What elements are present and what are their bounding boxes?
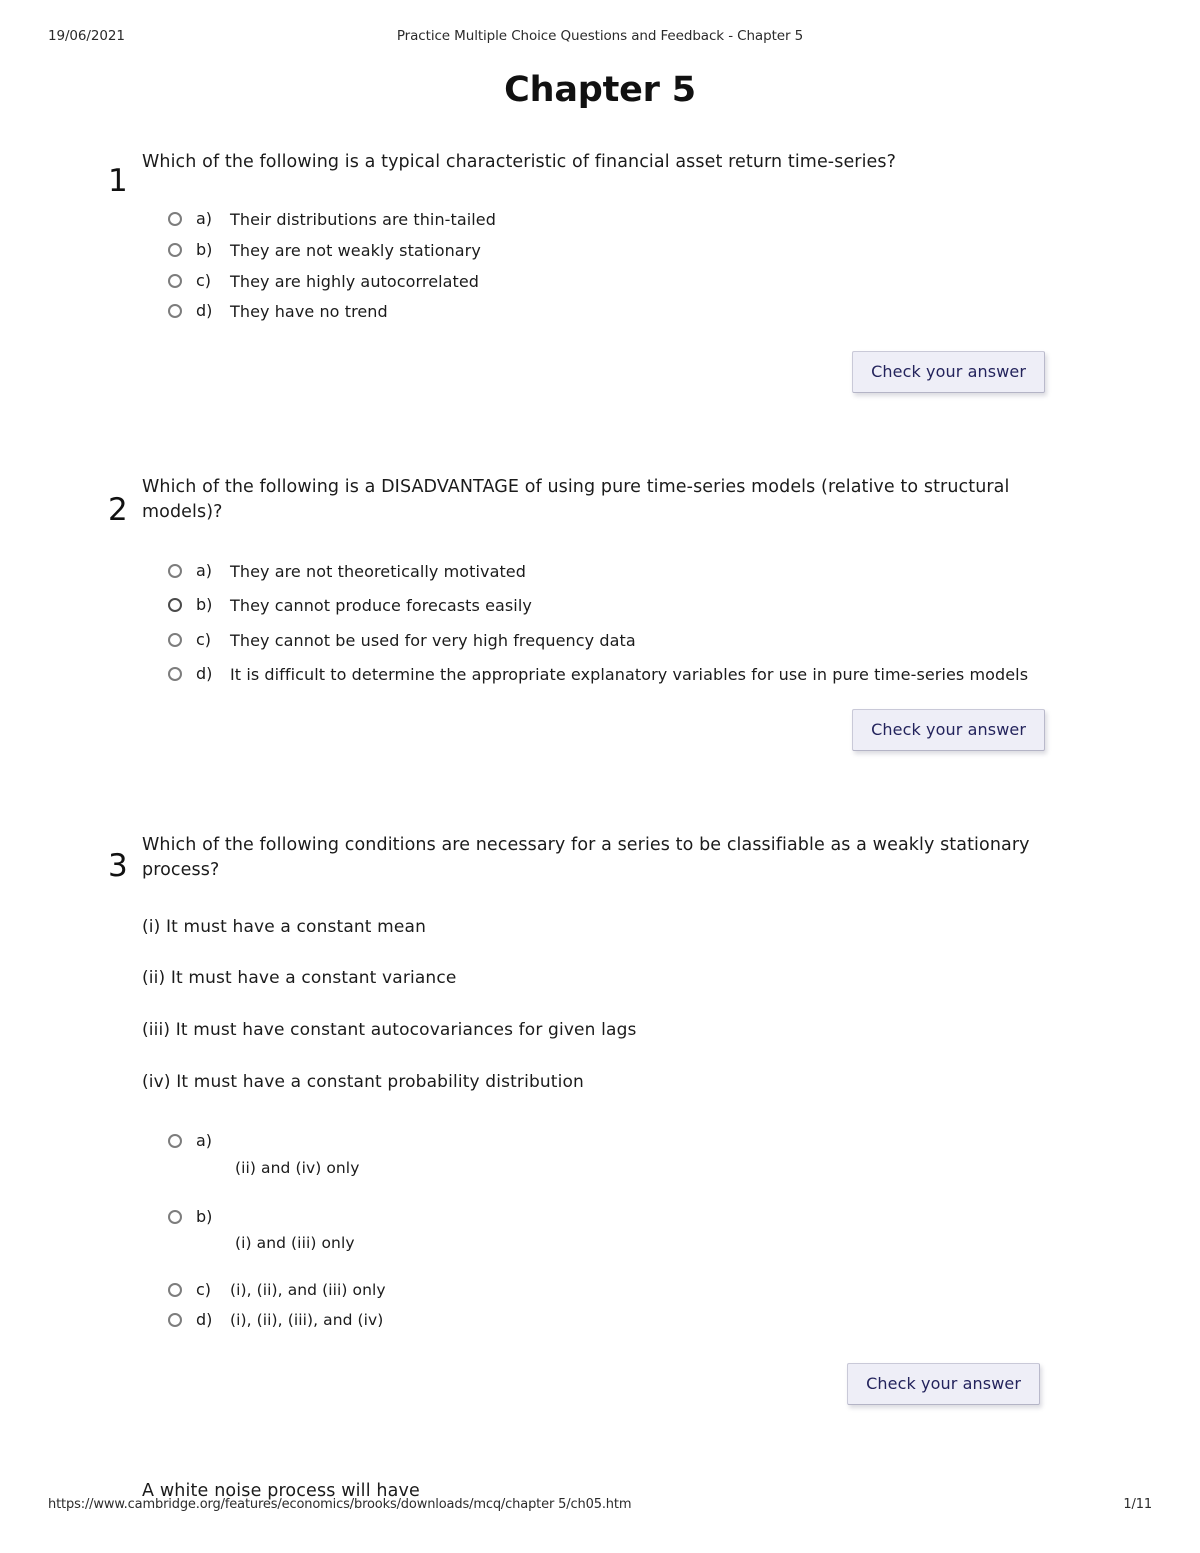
option-row[interactable]: b) They are not weakly stationary <box>168 240 1200 262</box>
option-letter: c) <box>196 270 212 290</box>
radio-button-icon[interactable] <box>168 563 182 578</box>
option-text: They are not weakly stationary <box>230 240 481 260</box>
radio-button-icon[interactable] <box>168 667 182 682</box>
question-number-2: 2 <box>108 491 128 528</box>
statement-list: (i) It must have a constant mean (ii) It… <box>142 916 1050 1095</box>
check-your-answer-button[interactable]: Check your answer <box>852 350 1045 393</box>
question-block-2: 2 Which of the following is a DISADVANTA… <box>0 475 1200 755</box>
source-url: https://www.cambridge.org/features/econo… <box>48 1497 632 1512</box>
question-number-3: 3 <box>108 847 128 884</box>
option-letter: a) <box>196 209 213 229</box>
option-letter: a) <box>196 560 213 580</box>
options-list-1: a) Their distributions are thin-tailed b… <box>168 209 1200 322</box>
statement-item: (iii) It must have constant autocovarian… <box>142 1020 637 1041</box>
option-text: They are highly autocorrelated <box>230 271 480 291</box>
option-letter: b) <box>196 595 213 615</box>
print-header-title: Practice Multiple Choice Questions and F… <box>396 28 804 44</box>
check-your-answer-button[interactable]: Check your answer <box>847 1363 1040 1406</box>
option-text: (i) and (iii) only <box>235 1234 355 1253</box>
option-letter: b) <box>196 1206 213 1226</box>
option-letter: d) <box>196 301 213 321</box>
option-letter: d) <box>196 1310 213 1330</box>
option-letter: c) <box>196 1280 212 1300</box>
option-row[interactable]: d) They have no trend <box>168 301 1200 323</box>
option-letter: a) <box>196 1130 213 1150</box>
option-letter: d) <box>196 664 213 684</box>
options-list-2: a) They are not theoretically motivated … <box>168 561 1200 686</box>
options-list-3: a) (ii) and (iv) only b) (i) and (iii) o… <box>168 1131 1200 1331</box>
option-text: They have no trend <box>230 302 388 322</box>
radio-button-icon[interactable] <box>168 242 182 257</box>
check-your-answer-button[interactable]: Check your answer <box>852 708 1045 751</box>
question-text-3: Which of the following conditions are ne… <box>142 834 1030 881</box>
option-row[interactable]: a) They are not theoretically motivated <box>168 561 1200 583</box>
option-letter: c) <box>196 629 212 649</box>
questions-container: 1 Which of the following is a typical ch… <box>0 150 1200 1501</box>
page-number: 1/11 <box>1123 1497 1152 1512</box>
radio-button-icon[interactable] <box>168 1283 182 1298</box>
option-text: They cannot be used for very high freque… <box>230 630 636 650</box>
page-title: Chapter 5 <box>504 70 696 110</box>
option-row[interactable]: c) (i), (ii), and (iii) only <box>168 1280 1200 1301</box>
option-row[interactable]: a) Their distributions are thin-tailed <box>168 209 1200 231</box>
option-text: (i), (ii), (iii), and (iv) <box>230 1311 384 1330</box>
question-number-1: 1 <box>108 163 128 199</box>
option-text: They cannot produce forecasts easily <box>230 596 532 616</box>
statement-item: (ii) It must have a constant variance <box>142 968 457 989</box>
radio-button-icon[interactable] <box>168 304 182 319</box>
statement-item: (iv) It must have a constant probability… <box>142 1072 584 1093</box>
option-text: It is difficult to determine the appropr… <box>230 665 1029 685</box>
option-row[interactable]: d) (i), (ii), (iii), and (iv) <box>168 1310 1200 1331</box>
radio-button-icon[interactable] <box>168 1313 182 1328</box>
check-answer-area: Check your answer <box>0 699 1200 755</box>
option-text: They are not theoretically motivated <box>230 561 526 581</box>
radio-button-icon[interactable] <box>168 598 182 613</box>
option-row[interactable]: c) They are highly autocorrelated <box>168 271 1200 293</box>
printed-page: 19/06/2021 Practice Multiple Choice Ques… <box>0 0 1200 1553</box>
option-row[interactable]: c) They cannot be used for very high fre… <box>168 630 1200 652</box>
option-letter: b) <box>196 239 213 259</box>
radio-button-icon[interactable] <box>168 632 182 647</box>
radio-button-icon[interactable] <box>168 1209 182 1224</box>
option-text: Their distributions are thin-tailed <box>230 210 496 230</box>
print-footer: https://www.cambridge.org/features/econo… <box>48 1497 1152 1515</box>
option-row[interactable]: b) (i) and (iii) only <box>168 1207 1200 1255</box>
radio-button-icon[interactable] <box>168 1133 182 1148</box>
check-answer-area: Check your answer <box>0 341 1200 397</box>
option-row[interactable]: a) (ii) and (iv) only <box>168 1131 1200 1179</box>
question-text-1: Which of the following is a typical char… <box>142 152 897 172</box>
option-row[interactable]: b) They cannot produce forecasts easily <box>168 595 1200 617</box>
question-block-3: 3 Which of the following conditions are … <box>0 833 1200 1409</box>
option-text: (ii) and (iv) only <box>235 1158 360 1177</box>
check-answer-area: Check your answer <box>0 1353 1200 1409</box>
question-block-1: 1 Which of the following is a typical ch… <box>0 150 1200 397</box>
radio-button-icon[interactable] <box>168 273 182 288</box>
radio-button-icon[interactable] <box>168 212 182 227</box>
question-text-2: Which of the following is a DISADVANTAGE… <box>142 476 1010 523</box>
option-row[interactable]: d) It is difficult to determine the appr… <box>168 664 1200 686</box>
statement-item: (i) It must have a constant mean <box>142 916 426 937</box>
option-text: (i), (ii), and (iii) only <box>230 1281 386 1300</box>
print-header: 19/06/2021 Practice Multiple Choice Ques… <box>48 28 1152 46</box>
